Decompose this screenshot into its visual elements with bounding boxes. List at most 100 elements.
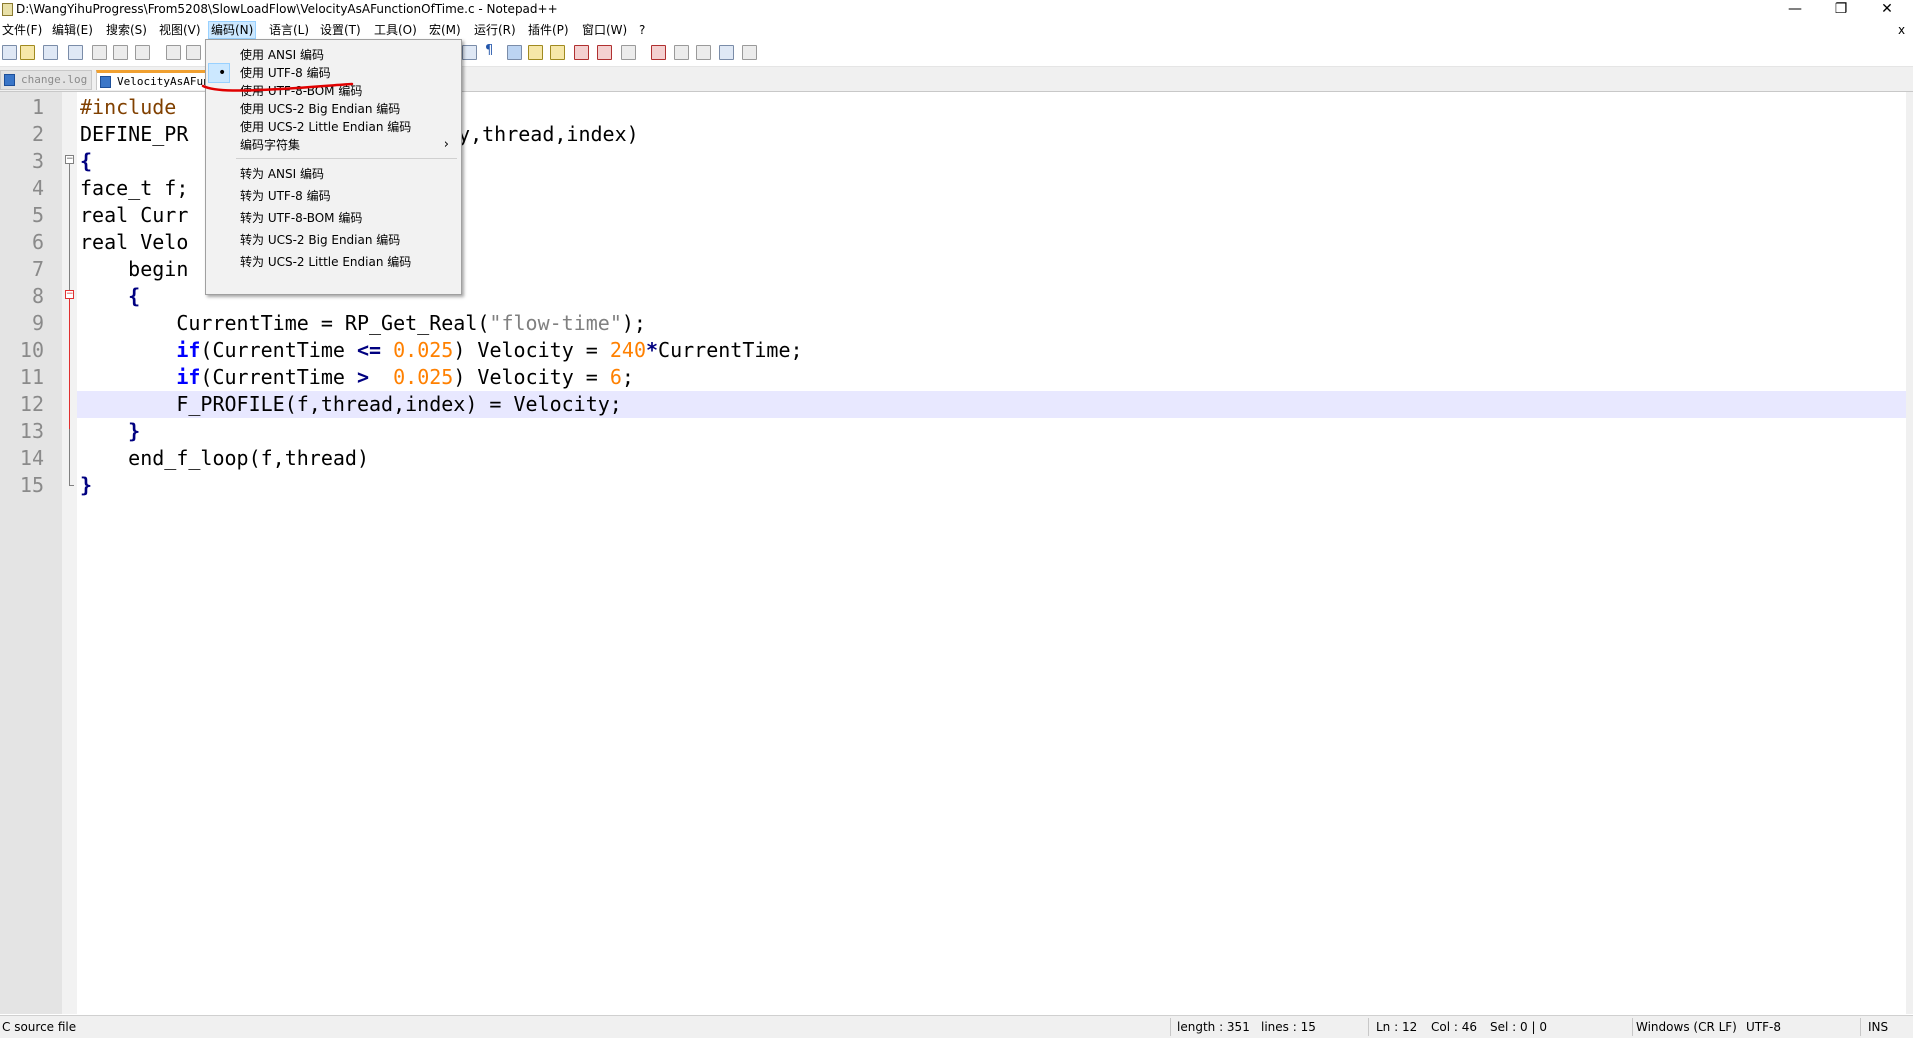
menu-view[interactable]: 视图(V) bbox=[157, 22, 203, 38]
code-token: { bbox=[80, 284, 141, 308]
print-icon[interactable] bbox=[135, 45, 150, 60]
code-number: 0.025 bbox=[393, 365, 454, 389]
cut-icon[interactable] bbox=[166, 45, 181, 60]
code-token: { bbox=[80, 149, 93, 173]
menu-item-convert-ucs2-be[interactable]: 转为 UCS-2 Big Endian 编码 bbox=[208, 229, 459, 251]
code-token: ); bbox=[621, 311, 646, 335]
line-number-gutter: 1 2 3 4 5 6 7 8 9 10 11 12 13 14 15 bbox=[0, 92, 62, 1014]
code-line-13: } bbox=[80, 418, 140, 445]
code-line-3: { bbox=[80, 148, 92, 175]
menu-tools[interactable]: 工具(O) bbox=[372, 22, 419, 38]
code-line-14: end_f_loop(f,thread) bbox=[80, 445, 369, 472]
fold-guide bbox=[69, 429, 70, 485]
menu-item-charset[interactable]: 编码字符集 › bbox=[208, 134, 459, 156]
line-number: 11 bbox=[19, 365, 44, 389]
menu-help[interactable]: ? bbox=[637, 22, 647, 38]
menu-item-label: 转为 UTF-8-BOM 编码 bbox=[240, 211, 363, 225]
menu-item-convert-ucs2-le[interactable]: 转为 UCS-2 Little Endian 编码 bbox=[208, 251, 459, 273]
record-macro-icon[interactable] bbox=[651, 45, 666, 60]
menu-run[interactable]: 运行(R) bbox=[472, 22, 518, 38]
fold-guide bbox=[69, 164, 70, 180]
line-number: 1 bbox=[31, 95, 44, 119]
run-macro-multiple-icon[interactable] bbox=[719, 45, 734, 60]
close-button[interactable]: ✕ bbox=[1864, 0, 1910, 20]
line-number: 8 bbox=[31, 284, 44, 308]
code-token: face_t f; bbox=[80, 176, 189, 200]
code-line-7: begin bbox=[80, 256, 188, 283]
menu-window[interactable]: 窗口(W) bbox=[580, 22, 629, 38]
code-token: real Curr bbox=[80, 203, 189, 227]
document-map-icon[interactable] bbox=[528, 45, 543, 60]
code-number: 6 bbox=[609, 365, 622, 389]
minimize-button[interactable]: — bbox=[1772, 0, 1818, 20]
open-file-icon[interactable] bbox=[20, 45, 35, 60]
line-number: 10 bbox=[19, 338, 44, 362]
indent-guide-icon[interactable] bbox=[507, 45, 522, 60]
code-token: CurrentTime = RP_Get_Real( bbox=[80, 311, 490, 335]
function-list-icon[interactable] bbox=[550, 45, 565, 60]
menu-file[interactable]: 文件(F) bbox=[0, 22, 44, 38]
line-number: 14 bbox=[19, 446, 44, 470]
code-token: begin bbox=[80, 257, 189, 281]
menu-plugins[interactable]: 插件(P) bbox=[526, 22, 571, 38]
saved-file-icon bbox=[100, 76, 111, 88]
menu-item-label: 编码字符集 bbox=[240, 138, 301, 152]
code-line-6: real Velo bbox=[80, 229, 188, 256]
status-divider bbox=[1860, 1018, 1861, 1036]
code-keyword: if bbox=[176, 338, 201, 362]
fold-toggle-icon[interactable]: − bbox=[65, 290, 74, 299]
stop-macro-icon[interactable] bbox=[674, 45, 689, 60]
menu-search[interactable]: 搜索(S) bbox=[104, 22, 149, 38]
fold-toggle-icon[interactable]: − bbox=[65, 155, 74, 164]
status-insert-mode[interactable]: INS bbox=[1868, 1020, 1888, 1034]
menu-language[interactable]: 语言(L) bbox=[267, 22, 311, 38]
title-bar: D:\WangYihuProgress\From5208\SlowLoadFlo… bbox=[0, 0, 1913, 20]
close-all-icon[interactable] bbox=[113, 45, 128, 60]
play-macro-icon[interactable] bbox=[696, 45, 711, 60]
menu-encoding[interactable]: 编码(N) bbox=[208, 21, 257, 39]
status-divider bbox=[1368, 1018, 1369, 1036]
menu-item-label: 转为 UTF-8 编码 bbox=[240, 189, 331, 203]
menu-settings[interactable]: 设置(T) bbox=[318, 22, 363, 38]
save-icon[interactable] bbox=[43, 45, 58, 60]
status-eol-format[interactable]: Windows (CR LF) bbox=[1636, 1020, 1737, 1034]
code-line-11: if(CurrentTime > 0.025) Velocity = 6; bbox=[80, 364, 634, 391]
folder-workspace-icon[interactable] bbox=[574, 45, 589, 60]
encoding-dropdown-menu: 使用 ANSI 编码 • 使用 UTF-8 编码 使用 UTF-8-BOM 编码 … bbox=[205, 39, 462, 295]
doc-switcher-icon[interactable] bbox=[597, 45, 612, 60]
fold-guide-active bbox=[69, 299, 70, 429]
menu-bar: 文件(F) 编辑(E) 搜索(S) 视图(V) 编码(N) 语言(L) 设置(T… bbox=[0, 20, 1913, 40]
close-file-icon[interactable] bbox=[92, 45, 107, 60]
show-all-characters-icon[interactable]: ¶ bbox=[485, 43, 493, 58]
copy-icon[interactable] bbox=[186, 45, 201, 60]
new-file-icon[interactable] bbox=[2, 45, 17, 60]
code-token: } bbox=[80, 419, 141, 443]
menubar-close-button[interactable]: x bbox=[1896, 22, 1907, 38]
status-divider bbox=[1632, 1018, 1633, 1036]
save-macro-icon[interactable] bbox=[742, 45, 757, 60]
saved-file-icon bbox=[4, 74, 15, 86]
monitoring-eye-icon[interactable] bbox=[621, 45, 636, 60]
menu-item-convert-utf8[interactable]: 转为 UTF-8 编码 bbox=[208, 185, 459, 207]
menu-macro[interactable]: 宏(M) bbox=[427, 22, 463, 38]
restore-button[interactable]: ❐ bbox=[1818, 0, 1864, 20]
code-operator: * bbox=[646, 338, 659, 362]
line-number: 3 bbox=[31, 149, 44, 173]
tab-change-log[interactable]: change.log bbox=[0, 70, 92, 90]
code-token: CurrentTime; bbox=[658, 338, 803, 362]
menu-separator bbox=[236, 158, 457, 159]
menu-item-convert-utf8-bom[interactable]: 转为 UTF-8-BOM 编码 bbox=[208, 207, 459, 229]
word-wrap-icon[interactable] bbox=[462, 45, 477, 60]
line-number: 9 bbox=[31, 311, 44, 335]
status-encoding[interactable]: UTF-8 bbox=[1746, 1020, 1781, 1034]
menu-item-convert-ansi[interactable]: 转为 ANSI 编码 bbox=[208, 163, 459, 185]
save-all-icon[interactable] bbox=[68, 45, 83, 60]
vertical-scrollbar[interactable] bbox=[1906, 92, 1913, 1014]
tab-velocity-file[interactable]: VelocityAsAFunctionOfTime.c bbox=[96, 70, 206, 90]
fold-guide bbox=[69, 180, 70, 290]
window-title: D:\WangYihuProgress\From5208\SlowLoadFlo… bbox=[16, 2, 558, 16]
status-bar: C source file length : 351 lines : 15 Ln… bbox=[0, 1015, 1913, 1038]
menu-edit[interactable]: 编辑(E) bbox=[50, 22, 95, 38]
line-number: 4 bbox=[31, 176, 44, 200]
tab-label: change.log bbox=[21, 73, 88, 86]
